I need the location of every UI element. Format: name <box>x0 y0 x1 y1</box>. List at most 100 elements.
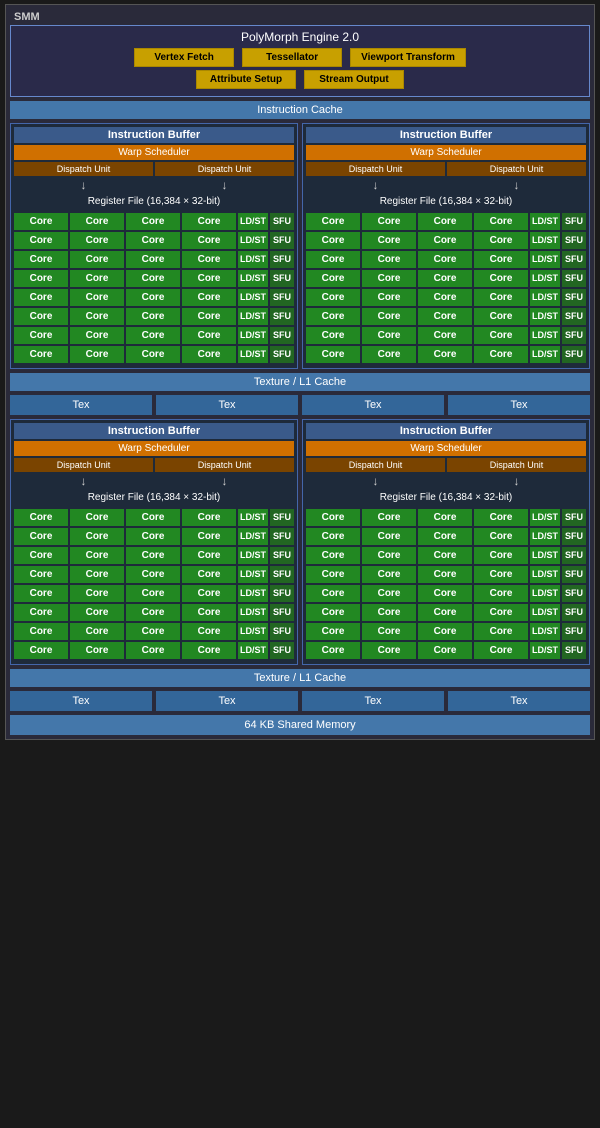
top-right-dispatch-row: Dispatch Unit Dispatch Unit <box>306 162 586 176</box>
core-cell: Core <box>182 528 236 545</box>
ldst-cell: LD/ST <box>530 232 560 249</box>
core-cell: Core <box>126 604 180 621</box>
bottom-left-register-file: Register File (16,384 × 32-bit) <box>14 490 294 505</box>
ldst-cell: LD/ST <box>238 528 268 545</box>
core-cell: Core <box>126 232 180 249</box>
core-cell: Core <box>474 623 528 640</box>
ldst-cell: LD/ST <box>530 251 560 268</box>
core-cell: Core <box>126 623 180 640</box>
bottom-left-arrow-1: ↓ <box>14 474 153 488</box>
core-cell: Core <box>70 566 124 583</box>
core-cell: Core <box>362 289 416 306</box>
sfu-cell: SFU <box>562 547 586 564</box>
core-cell: Core <box>362 327 416 344</box>
bottom-texture-cache-bar: Texture / L1 Cache <box>10 669 590 687</box>
core-cell: Core <box>418 327 472 344</box>
bottom-left-instruction-buffer: Instruction Buffer <box>14 423 294 439</box>
core-cell: Core <box>474 346 528 363</box>
core-cell: Core <box>362 270 416 287</box>
core-cell: Core <box>70 232 124 249</box>
core-cell: Core <box>418 232 472 249</box>
core-cell: Core <box>362 308 416 325</box>
core-cell: Core <box>14 623 68 640</box>
core-cell: Core <box>306 232 360 249</box>
ldst-cell: LD/ST <box>238 251 268 268</box>
tex-box-8: Tex <box>448 691 590 711</box>
top-left-instruction-buffer: Instruction Buffer <box>14 127 294 143</box>
core-cell: Core <box>182 547 236 564</box>
core-cell: Core <box>474 289 528 306</box>
sfu-cell: SFU <box>562 585 586 602</box>
bottom-left-core-grid: Core Core Core Core LD/ST SFU Core Core … <box>14 509 294 659</box>
core-cell: Core <box>14 289 68 306</box>
core-cell: Core <box>474 232 528 249</box>
ldst-cell: LD/ST <box>238 566 268 583</box>
bottom-tex-row: Tex Tex Tex Tex <box>10 691 590 711</box>
tex-box-6: Tex <box>156 691 298 711</box>
core-cell: Core <box>306 566 360 583</box>
core-cell: Core <box>418 604 472 621</box>
instruction-cache-bar: Instruction Cache <box>10 101 590 119</box>
core-cell: Core <box>70 642 124 659</box>
top-left-core-grid: Core Core Core Core LD/ST SFU Core Core … <box>14 213 294 363</box>
core-cell: Core <box>362 213 416 230</box>
core-cell: Core <box>70 213 124 230</box>
ldst-cell: LD/ST <box>530 585 560 602</box>
bottom-right-arrow-2: ↓ <box>447 474 586 488</box>
core-cell: Core <box>14 308 68 325</box>
core-cell: Core <box>70 346 124 363</box>
bottom-right-dispatch-unit-2: Dispatch Unit <box>447 458 586 472</box>
tex-box-5: Tex <box>10 691 152 711</box>
core-cell: Core <box>418 566 472 583</box>
sfu-cell: SFU <box>562 327 586 344</box>
ldst-cell: LD/ST <box>238 604 268 621</box>
sfu-cell: SFU <box>270 547 294 564</box>
core-cell: Core <box>306 528 360 545</box>
core-cell: Core <box>14 642 68 659</box>
tex-box-3: Tex <box>302 395 444 415</box>
sfu-cell: SFU <box>562 251 586 268</box>
core-cell: Core <box>14 585 68 602</box>
core-cell: Core <box>306 604 360 621</box>
core-cell: Core <box>70 289 124 306</box>
core-cell: Core <box>362 232 416 249</box>
sfu-cell: SFU <box>270 585 294 602</box>
core-cell: Core <box>306 308 360 325</box>
top-left-half: Instruction Buffer Warp Scheduler Dispat… <box>10 123 298 369</box>
ldst-cell: LD/ST <box>238 270 268 287</box>
core-cell: Core <box>126 346 180 363</box>
ldst-cell: LD/ST <box>530 346 560 363</box>
core-cell: Core <box>306 642 360 659</box>
core-cell: Core <box>474 270 528 287</box>
sfu-cell: SFU <box>270 213 294 230</box>
core-cell: Core <box>362 585 416 602</box>
core-cell: Core <box>182 213 236 230</box>
bottom-left-half: Instruction Buffer Warp Scheduler Dispat… <box>10 419 298 665</box>
core-cell: Core <box>126 585 180 602</box>
core-cell: Core <box>474 213 528 230</box>
core-cell: Core <box>306 585 360 602</box>
core-cell: Core <box>418 251 472 268</box>
core-cell: Core <box>182 270 236 287</box>
tex-box-1: Tex <box>10 395 152 415</box>
sfu-cell: SFU <box>562 642 586 659</box>
ldst-cell: LD/ST <box>530 547 560 564</box>
core-cell: Core <box>418 642 472 659</box>
core-cell: Core <box>70 308 124 325</box>
core-cell: Core <box>126 213 180 230</box>
core-cell: Core <box>474 566 528 583</box>
top-left-dispatch-unit-2: Dispatch Unit <box>155 162 294 176</box>
core-cell: Core <box>418 509 472 526</box>
stream-output: Stream Output <box>304 70 404 89</box>
sfu-cell: SFU <box>270 232 294 249</box>
sfu-cell: SFU <box>270 528 294 545</box>
core-cell: Core <box>14 232 68 249</box>
core-cell: Core <box>70 528 124 545</box>
core-cell: Core <box>362 509 416 526</box>
ldst-cell: LD/ST <box>530 213 560 230</box>
sfu-cell: SFU <box>270 327 294 344</box>
ldst-cell: LD/ST <box>530 327 560 344</box>
core-cell: Core <box>418 289 472 306</box>
tex-box-2: Tex <box>156 395 298 415</box>
sfu-cell: SFU <box>270 604 294 621</box>
